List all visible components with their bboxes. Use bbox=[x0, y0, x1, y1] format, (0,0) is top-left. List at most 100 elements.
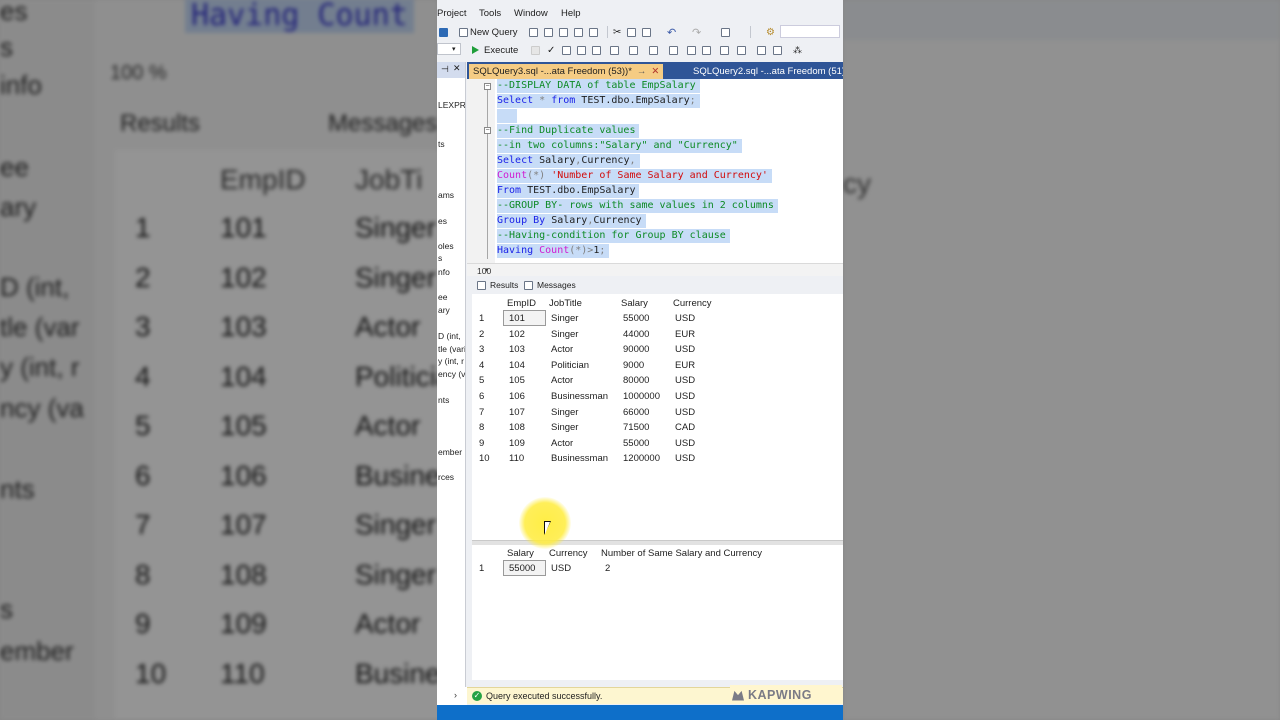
cell-jobtitle[interactable]: Businessman bbox=[551, 391, 608, 402]
results-to-file-icon[interactable] bbox=[649, 43, 658, 57]
cell-jobtitle[interactable]: Businessman bbox=[551, 453, 608, 464]
column-header-currency[interactable]: Currency bbox=[673, 298, 712, 309]
copy-icon[interactable] bbox=[627, 25, 636, 39]
properties-icon[interactable] bbox=[721, 25, 730, 39]
parse-check-icon[interactable]: ✓ bbox=[547, 43, 555, 57]
uncomment-icon[interactable] bbox=[720, 43, 729, 57]
open-file-icon[interactable] bbox=[589, 25, 598, 39]
tree-item[interactable]: tle (vari bbox=[438, 344, 465, 354]
database-dropdown[interactable]: ▾ bbox=[437, 43, 461, 55]
tree-item[interactable]: nts bbox=[438, 395, 449, 405]
cell-currency[interactable]: USD bbox=[675, 375, 695, 386]
paste-icon[interactable] bbox=[642, 25, 651, 39]
cell-empid[interactable]: 102 bbox=[509, 329, 525, 340]
cell-salary[interactable]: 90000 bbox=[623, 344, 649, 355]
menu-help[interactable]: Help bbox=[561, 8, 581, 19]
cell-salary[interactable]: 1000000 bbox=[623, 391, 660, 402]
cell-salary[interactable]: 1200000 bbox=[623, 453, 660, 464]
query-options-icon[interactable] bbox=[577, 43, 586, 57]
tab-results[interactable]: Results bbox=[477, 280, 518, 290]
cell-empid[interactable]: 104 bbox=[509, 360, 525, 371]
cell-currency[interactable]: USD bbox=[675, 438, 695, 449]
cell-currency[interactable]: USD bbox=[675, 313, 695, 324]
estimated-plan-icon[interactable] bbox=[562, 43, 571, 57]
cell-empid[interactable]: 107 bbox=[509, 407, 525, 418]
close-tab-icon[interactable]: ✕ bbox=[651, 66, 659, 77]
tree-item[interactable]: ams bbox=[438, 190, 454, 200]
tree-item[interactable]: rces bbox=[438, 472, 454, 482]
cell-jobtitle[interactable]: Actor bbox=[551, 438, 573, 449]
stop-icon[interactable] bbox=[531, 43, 540, 57]
cell-empid[interactable]: 106 bbox=[509, 391, 525, 402]
results-grid-2[interactable]: Salary Currency Number of Same Salary an… bbox=[472, 545, 843, 680]
cell-salary[interactable]: 9000 bbox=[623, 360, 644, 371]
cell-jobtitle[interactable]: Singer bbox=[551, 407, 578, 418]
tree-item[interactable]: ember bbox=[438, 447, 462, 457]
menu-window[interactable]: Window bbox=[514, 8, 548, 19]
cell-salary[interactable]: 71500 bbox=[623, 422, 649, 433]
cell-jobtitle[interactable]: Actor bbox=[551, 344, 573, 355]
undo-icon[interactable]: ↶ bbox=[667, 25, 676, 39]
cell-jobtitle[interactable]: Singer bbox=[551, 329, 578, 340]
pin-icon[interactable]: ⊣ bbox=[441, 64, 449, 75]
intellisense-icon[interactable] bbox=[592, 43, 601, 57]
cell-empid[interactable]: 101 bbox=[509, 313, 525, 324]
tab-sqlquery2[interactable]: SQLQuery2.sql -...ata Freedom (51))* bbox=[689, 64, 843, 79]
tree-item[interactable]: es bbox=[438, 216, 447, 226]
column-header-jobtitle[interactable]: JobTitle bbox=[549, 298, 582, 309]
tree-item[interactable]: s bbox=[438, 253, 442, 263]
column-header-count[interactable]: Number of Same Salary and Currency bbox=[601, 548, 762, 559]
cell-salary[interactable]: 55000 bbox=[623, 438, 649, 449]
cell-empid[interactable]: 105 bbox=[509, 375, 525, 386]
cell-currency[interactable]: USD bbox=[675, 407, 695, 418]
column-header-salary[interactable]: Salary bbox=[507, 548, 534, 559]
wrench-icon[interactable]: ⚙ bbox=[766, 25, 775, 39]
tree-item[interactable]: ee bbox=[438, 292, 447, 302]
cell-salary[interactable]: 80000 bbox=[623, 375, 649, 386]
results-to-text-icon[interactable] bbox=[610, 43, 619, 57]
query-editor[interactable]: − − --DISPLAY DATA of table EmpSalary Se… bbox=[467, 79, 843, 263]
collapse-icon[interactable]: − bbox=[484, 83, 491, 90]
solution-icon[interactable] bbox=[439, 25, 448, 39]
menu-project[interactable]: Project bbox=[437, 8, 467, 19]
cell-salary[interactable]: 44000 bbox=[623, 329, 649, 340]
actual-plan-icon[interactable] bbox=[669, 43, 678, 57]
tree-item[interactable]: ary bbox=[438, 305, 450, 315]
cell-currency[interactable]: EUR bbox=[675, 360, 695, 371]
cell-jobtitle[interactable]: Singer bbox=[551, 313, 578, 324]
toolbar-options-icon[interactable]: ⁂ bbox=[793, 43, 802, 57]
collapse-icon[interactable]: − bbox=[484, 127, 491, 134]
cell-salary[interactable]: 66000 bbox=[623, 407, 649, 418]
client-stats-icon[interactable] bbox=[687, 43, 696, 57]
cell-currency[interactable]: USD bbox=[675, 344, 695, 355]
dmx-query-icon[interactable] bbox=[544, 25, 553, 39]
cell-currency[interactable]: EUR bbox=[675, 329, 695, 340]
cell-salary[interactable]: 55000 bbox=[509, 563, 535, 574]
cell-salary[interactable]: 55000 bbox=[623, 313, 649, 324]
cell-empid[interactable]: 109 bbox=[509, 438, 525, 449]
tree-item[interactable]: ency (va bbox=[438, 369, 465, 379]
menu-tools[interactable]: Tools bbox=[479, 8, 501, 19]
dax-query-icon[interactable] bbox=[574, 25, 583, 39]
cell-empid[interactable]: 108 bbox=[509, 422, 525, 433]
cell-currency[interactable]: USD bbox=[675, 453, 695, 464]
search-box[interactable] bbox=[780, 25, 840, 38]
tree-item[interactable]: oles bbox=[438, 241, 454, 251]
tree-item[interactable]: D (int, bbox=[438, 331, 461, 341]
cell-jobtitle[interactable]: Actor bbox=[551, 375, 573, 386]
cell-currency[interactable]: CAD bbox=[675, 422, 695, 433]
results-to-grid-icon[interactable] bbox=[629, 43, 638, 57]
scroll-arrow[interactable]: › bbox=[437, 687, 467, 705]
cut-icon[interactable]: ✂ bbox=[613, 25, 621, 39]
cell-currency[interactable]: USD bbox=[551, 563, 571, 574]
decrease-indent-icon[interactable] bbox=[757, 43, 766, 57]
comment-out-icon[interactable] bbox=[702, 43, 711, 57]
tab-messages[interactable]: Messages bbox=[524, 280, 576, 290]
cell-count[interactable]: 2 bbox=[605, 563, 610, 574]
column-header-currency[interactable]: Currency bbox=[549, 548, 588, 559]
tab-sqlquery3[interactable]: SQLQuery3.sql -...ata Freedom (53))* → ✕ bbox=[469, 64, 664, 79]
tree-item[interactable]: ts bbox=[438, 139, 445, 149]
cell-empid[interactable]: 110 bbox=[509, 453, 524, 464]
specify-values-icon[interactable] bbox=[737, 43, 746, 57]
cell-currency[interactable]: USD bbox=[675, 391, 695, 402]
